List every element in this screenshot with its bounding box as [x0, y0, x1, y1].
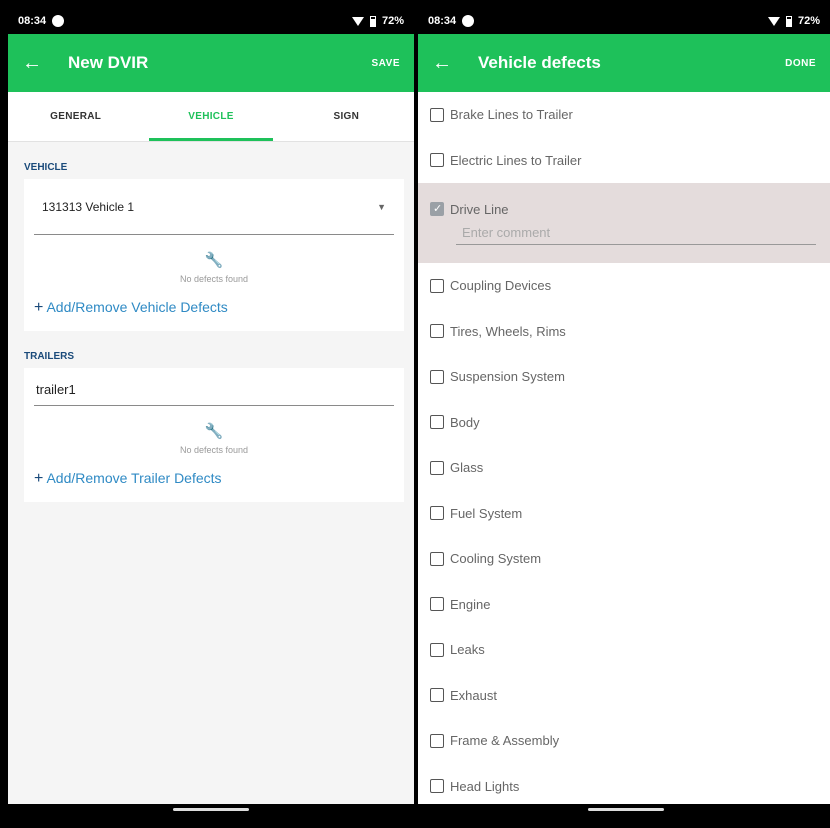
checkbox[interactable]	[430, 278, 444, 293]
trailer-empty-text: No defects found	[179, 445, 249, 455]
battery-icon	[369, 15, 376, 27]
defect-item-glass[interactable]: Glass	[418, 445, 830, 491]
defect-list: Brake Lines to Trailer Electric Lines to…	[418, 92, 830, 809]
checkbox[interactable]	[430, 688, 444, 703]
status-time: 08:34	[428, 15, 457, 27]
defect-label: Brake Lines to Trailer	[450, 107, 573, 123]
trailer-input[interactable]	[34, 374, 394, 406]
app-bar: ← Vehicle defects DONE	[418, 34, 830, 92]
dvir-screen: 08:34 72% ← New DVIR SAVE GENERAL VEHICL…	[8, 8, 414, 816]
status-time: 08:34	[18, 15, 47, 27]
checkbox[interactable]	[430, 153, 444, 168]
status-bar: 08:34 72%	[418, 8, 830, 34]
vehicle-section-label: VEHICLE	[24, 162, 68, 173]
dropdown-arrow-icon: ▼	[377, 201, 386, 212]
defect-label: Leaks	[450, 642, 485, 658]
defect-label: Glass	[450, 460, 484, 476]
trailer-defects-empty: 🔧 No defects found	[34, 406, 394, 458]
defect-label: Electric Lines to Trailer	[450, 152, 582, 168]
checkbox[interactable]	[430, 597, 444, 612]
defect-label: Head Lights	[450, 778, 520, 794]
status-bar: 08:34 72%	[8, 8, 414, 34]
nav-bar	[418, 804, 830, 816]
defect-label: Body	[450, 414, 480, 430]
checkbox[interactable]	[430, 506, 444, 521]
defect-label: Tires, Wheels, Rims	[450, 323, 566, 339]
defect-item-drive-line[interactable]: Drive Line	[418, 183, 830, 263]
defect-label: Drive Line	[450, 201, 509, 217]
defect-label: Fuel System	[450, 505, 523, 521]
defect-label: Exhaust	[450, 687, 497, 703]
arrow-left-icon[interactable]: ←	[22, 52, 58, 75]
home-gesture-bar[interactable]	[588, 808, 664, 811]
notification-icon	[52, 15, 65, 27]
arrow-left-icon[interactable]: ←	[432, 52, 468, 75]
trailer-card: 🔧 No defects found + Add/Remove Trailer …	[24, 368, 404, 502]
checkbox[interactable]	[430, 460, 444, 475]
defect-item-suspension-system[interactable]: Suspension System	[418, 354, 830, 400]
defect-item-engine[interactable]: Engine	[418, 582, 830, 628]
battery-level: 72%	[381, 15, 404, 27]
checkbox[interactable]	[430, 551, 444, 566]
checkbox[interactable]	[430, 324, 444, 339]
comment-input[interactable]	[456, 220, 816, 245]
page-title: New DVIR	[68, 53, 149, 72]
defect-item-frame-assembly[interactable]: Frame & Assembly	[418, 718, 830, 764]
plus-icon: +	[34, 470, 44, 487]
defect-item-tires-wheels-rims[interactable]: Tires, Wheels, Rims	[418, 309, 830, 355]
trailers-section-label: TRAILERS	[24, 351, 74, 362]
add-trailer-defects-label: Add/Remove Trailer Defects	[46, 470, 222, 486]
vehicle-empty-text: No defects found	[179, 274, 249, 284]
vehicle-select-value: 131313 Vehicle 1	[42, 199, 135, 214]
wifi-icon	[351, 16, 364, 26]
battery-level: 72%	[797, 15, 820, 27]
vehicle-defects-empty: 🔧 No defects found	[34, 235, 394, 287]
defect-label: Coupling Devices	[450, 278, 552, 294]
tab-bar: GENERAL VEHICLE SIGN	[8, 92, 414, 142]
checkbox[interactable]	[430, 642, 444, 657]
defect-label: Frame & Assembly	[450, 733, 560, 749]
battery-icon	[785, 15, 792, 27]
defect-item-body[interactable]: Body	[418, 400, 830, 446]
defect-label: Engine	[450, 596, 491, 612]
notification-icon	[462, 15, 475, 27]
done-button[interactable]: DONE	[785, 58, 816, 69]
defect-label: Suspension System	[450, 369, 565, 385]
add-remove-trailer-defects-link[interactable]: + Add/Remove Trailer Defects	[34, 458, 394, 502]
tab-vehicle[interactable]: VEHICLE	[143, 92, 278, 141]
checkbox[interactable]	[430, 733, 444, 748]
home-gesture-bar[interactable]	[173, 808, 249, 811]
defect-item-electric-lines[interactable]: Electric Lines to Trailer	[418, 138, 830, 184]
wrench-icon: 🔧	[204, 423, 224, 440]
wifi-icon	[767, 16, 780, 26]
defect-item-cooling-system[interactable]: Cooling System	[418, 536, 830, 582]
add-vehicle-defects-label: Add/Remove Vehicle Defects	[46, 299, 228, 315]
page-title: Vehicle defects	[478, 53, 601, 72]
nav-bar	[8, 804, 414, 816]
checkbox-checked[interactable]	[430, 202, 444, 216]
vehicle-defects-screen: 08:34 72% ← Vehicle defects DONE Brake L…	[418, 8, 830, 816]
add-remove-vehicle-defects-link[interactable]: + Add/Remove Vehicle Defects	[34, 287, 394, 331]
checkbox[interactable]	[430, 369, 444, 384]
checkbox[interactable]	[430, 779, 444, 794]
defect-item-fuel-system[interactable]: Fuel System	[418, 491, 830, 537]
tab-sign[interactable]: SIGN	[279, 92, 414, 141]
wrench-icon: 🔧	[204, 252, 224, 269]
tab-general[interactable]: GENERAL	[8, 92, 143, 141]
vehicle-select[interactable]: 131313 Vehicle 1 ▼	[34, 179, 394, 235]
defect-item-exhaust[interactable]: Exhaust	[418, 673, 830, 719]
defect-item-leaks[interactable]: Leaks	[418, 627, 830, 673]
checkbox[interactable]	[430, 107, 444, 122]
defect-item-brake-lines[interactable]: Brake Lines to Trailer	[418, 92, 830, 138]
defect-item-coupling-devices[interactable]: Coupling Devices	[418, 263, 830, 309]
app-bar: ← New DVIR SAVE	[8, 34, 414, 92]
checkbox[interactable]	[430, 415, 444, 430]
plus-icon: +	[34, 299, 44, 316]
vehicle-card: 131313 Vehicle 1 ▼ 🔧 No defects found + …	[24, 179, 404, 331]
defect-label: Cooling System	[450, 551, 542, 567]
defect-item-head-lights[interactable]: Head Lights	[418, 764, 830, 810]
save-button[interactable]: SAVE	[372, 58, 401, 69]
